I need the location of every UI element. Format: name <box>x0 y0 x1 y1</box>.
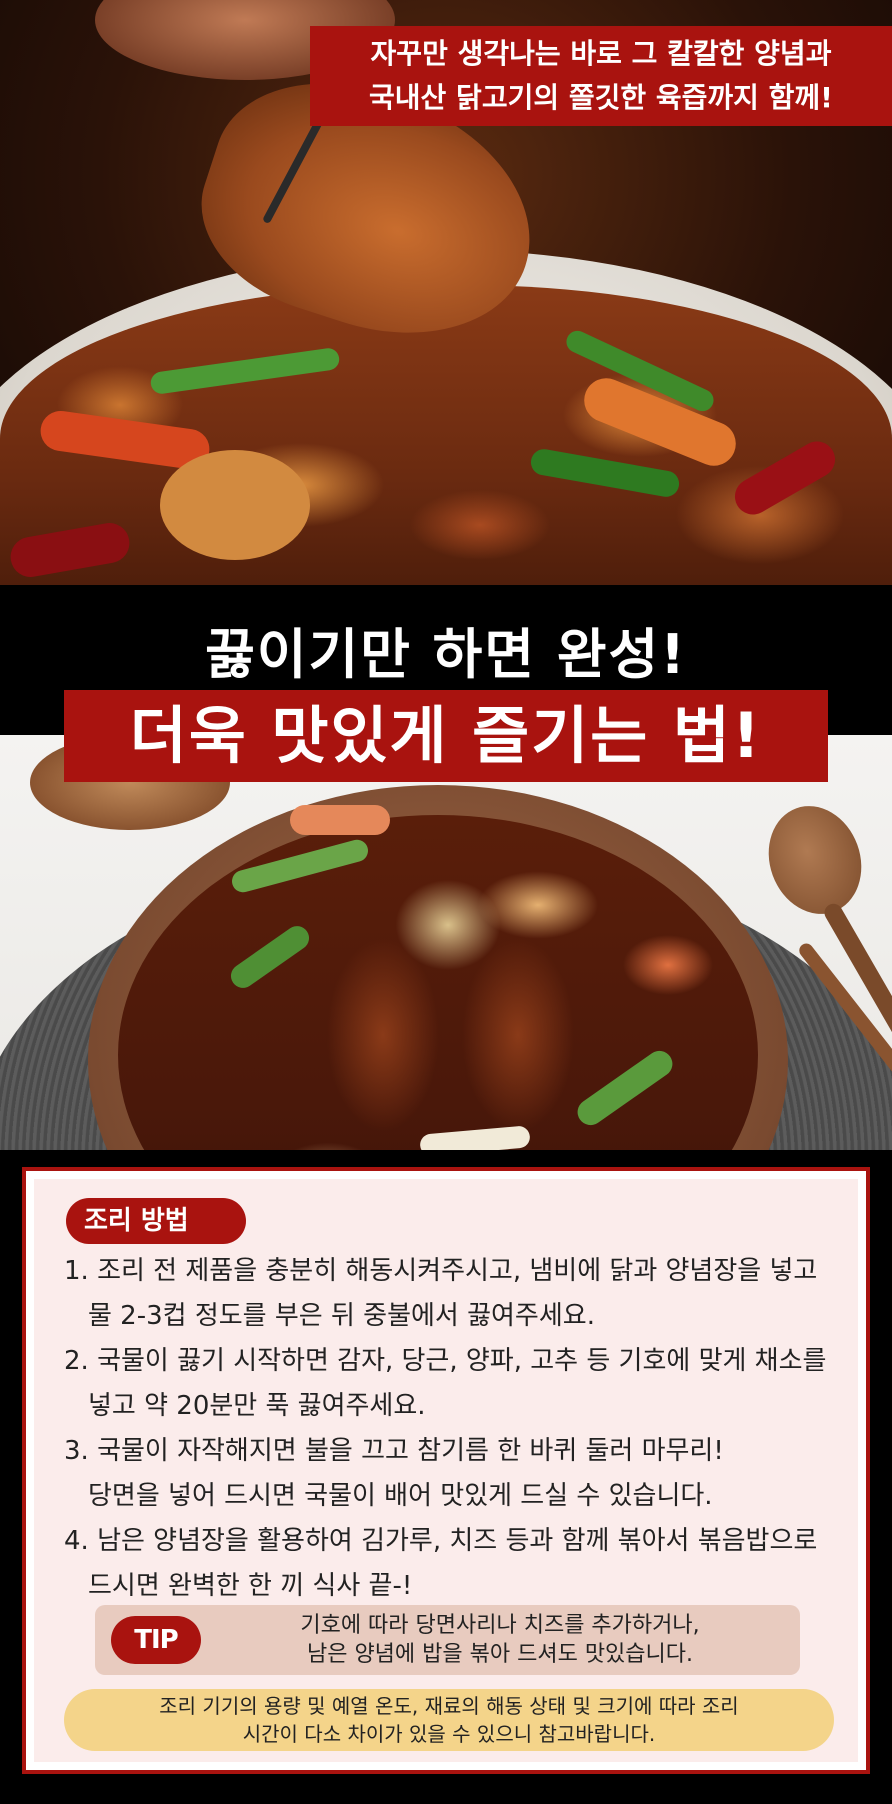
note-line: 시간이 다소 차이가 있을 수 있으니 참고바랍니다. <box>242 1722 656 1746</box>
recipe-step: 3. 국물이 자작해지면 불을 끄고 참기름 한 바퀴 둘러 마무리! 당면을 … <box>64 1429 844 1519</box>
recipe-step-line: 물 2-3컵 정도를 부은 뒤 중불에서 끓여주세요. <box>88 1301 595 1331</box>
potato-image <box>160 450 310 560</box>
top-banner-line1: 자꾸만 생각나는 바로 그 칼칼한 양념과 <box>370 37 832 70</box>
recipe-step-line: 드시면 완벽한 한 끼 식사 끝-! <box>88 1571 413 1601</box>
top-banner: 자꾸만 생각나는 바로 그 칼칼한 양념과 국내산 닭고기의 쫄깃한 육즙까지 … <box>310 26 892 126</box>
tip-box: TIP 기호에 따라 당면사리나 치즈를 추가하거나, 남은 양념에 밥을 볶아… <box>95 1605 800 1675</box>
tip-text: 기호에 따라 당면사리나 치즈를 추가하거나, 남은 양념에 밥을 볶아 드셔도… <box>215 1611 785 1669</box>
recipe-step-line: 3. 국물이 자작해지면 불을 끄고 참기름 한 바퀴 둘러 마무리! <box>64 1436 724 1466</box>
recipe-step-line: 1. 조리 전 제품을 충분히 해동시켜주시고, 냄비에 닭과 양념장을 넣고 <box>64 1256 818 1286</box>
recipe-step: 4. 남은 양념장을 활용하여 김가루, 치즈 등과 함께 볶아서 볶음밥으로 … <box>64 1519 844 1609</box>
carrot-image <box>290 805 390 835</box>
recipe-step-line: 4. 남은 양념장을 활용하여 김가루, 치즈 등과 함께 볶아서 볶음밥으로 <box>64 1526 818 1556</box>
recipe-step: 1. 조리 전 제품을 충분히 해동시켜주시고, 냄비에 닭과 양념장을 넣고 … <box>64 1249 844 1339</box>
headline-line1: 끓이기만 하면 완성! <box>205 623 687 686</box>
tip-badge: TIP <box>111 1616 201 1664</box>
recipe-step: 2. 국물이 끓기 시작하면 감자, 당근, 양파, 고추 등 기호에 맞게 채… <box>64 1339 844 1429</box>
recipe-card: 조리 방법 1. 조리 전 제품을 충분히 해동시켜주시고, 냄비에 닭과 양념… <box>22 1167 870 1774</box>
product-detail-page: 자꾸만 생각나는 바로 그 칼칼한 양념과 국내산 닭고기의 쫄깃한 육즙까지 … <box>0 0 892 1804</box>
recipe-step-line: 당면을 넣어 드시면 국물이 배어 맛있게 드실 수 있습니다. <box>88 1481 713 1511</box>
recipe-title-pill: 조리 방법 <box>66 1198 246 1244</box>
top-banner-line2: 국내산 닭고기의 쫄깃한 육즙까지 함께! <box>369 81 833 114</box>
note-line: 조리 기기의 용량 및 예열 온도, 재료의 해동 상태 및 크기에 따라 조리 <box>159 1694 739 1718</box>
cooking-note: 조리 기기의 용량 및 예열 온도, 재료의 해동 상태 및 크기에 따라 조리… <box>64 1689 834 1751</box>
tip-line: 기호에 따라 당면사리나 치즈를 추가하거나, <box>300 1613 700 1638</box>
recipe-step-line: 2. 국물이 끓기 시작하면 감자, 당근, 양파, 고추 등 기호에 맞게 채… <box>64 1346 827 1376</box>
tip-line: 남은 양념에 밥을 볶아 드셔도 맛있습니다. <box>306 1642 694 1667</box>
headline-line2: 더욱 맛있게 즐기는 법! <box>64 690 828 782</box>
recipe-step-line: 넣고 약 20분만 푹 끓여주세요. <box>88 1391 426 1421</box>
spoon-image <box>753 792 877 928</box>
recipe-card-inner: 조리 방법 1. 조리 전 제품을 충분히 해동시켜주시고, 냄비에 닭과 양념… <box>34 1179 858 1762</box>
recipe-steps: 1. 조리 전 제품을 충분히 해동시켜주시고, 냄비에 닭과 양념장을 넣고 … <box>64 1249 844 1609</box>
